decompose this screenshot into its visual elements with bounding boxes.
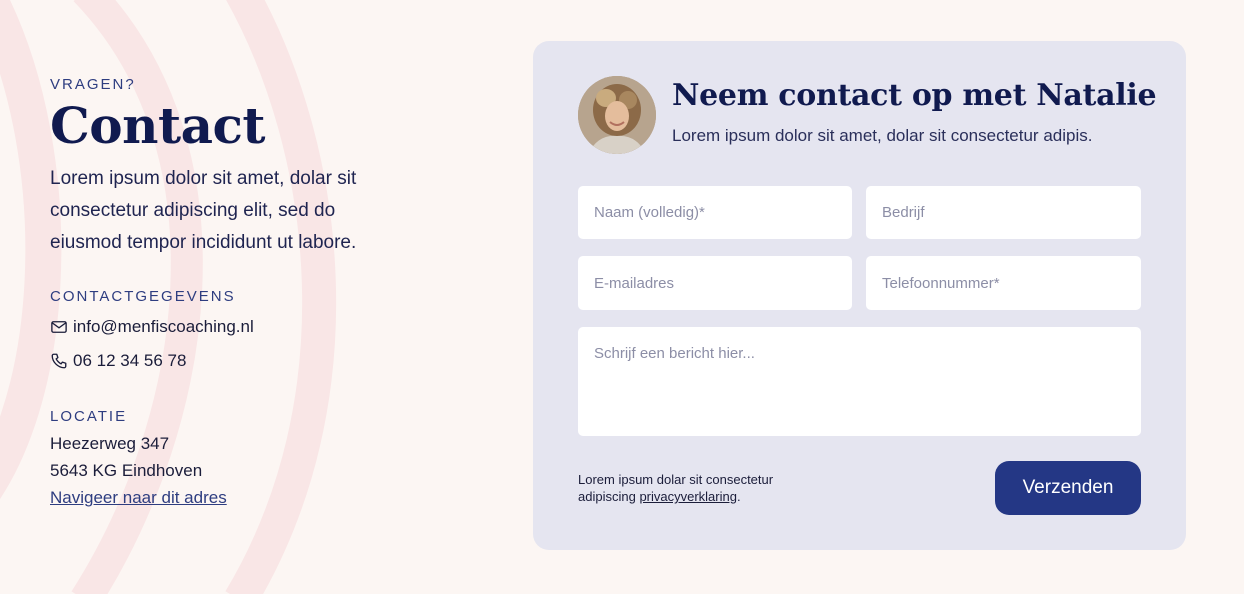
navigate-link[interactable]: Navigeer naar dit adres (50, 488, 227, 508)
name-field[interactable] (578, 186, 852, 239)
privacy-link[interactable]: privacyverklaring (639, 489, 737, 504)
email-row[interactable]: info@menfiscoaching.nl (50, 317, 254, 337)
contact-section: VRAGEN? Contact Lorem ipsum dolor sit am… (0, 0, 1244, 594)
contact-heading: CONTACTGEGEVENS (50, 288, 236, 305)
avatar-portrait (578, 76, 656, 154)
privacy-end: . (736, 489, 741, 504)
email-field[interactable] (578, 256, 852, 310)
phone-text[interactable]: 06 12 34 56 78 (73, 351, 186, 371)
intro-text: Lorem ipsum dolor sit amet, dolar sit co… (50, 168, 357, 253)
company-field[interactable] (866, 186, 1141, 239)
privacy-notice: Lorem ipsum dolar sit consectetur adipis… (578, 471, 808, 505)
address-city: 5643 KG Eindhoven (50, 461, 203, 480)
form-title: Neem contact op met Natalie (672, 78, 1157, 113)
submit-button[interactable]: Verzenden (995, 461, 1141, 515)
mail-icon (51, 321, 67, 333)
phone-field[interactable] (866, 256, 1141, 310)
email-text[interactable]: info@menfiscoaching.nl (73, 317, 254, 337)
phone-icon (51, 353, 67, 369)
location-heading: LOCATIE (50, 408, 128, 425)
form-subtitle: Lorem ipsum dolor sit amet, dolar sit co… (672, 126, 1093, 145)
contact-form-card: Neem contact op met Natalie Lorem ipsum … (533, 41, 1186, 550)
phone-row[interactable]: 06 12 34 56 78 (50, 351, 186, 371)
message-field[interactable] (578, 327, 1141, 436)
address-street: Heezerweg 347 (50, 434, 170, 453)
page-title: Contact (50, 96, 266, 155)
eyebrow-label: VRAGEN? (50, 76, 136, 93)
contact-info: VRAGEN? Contact Lorem ipsum dolor sit am… (50, 76, 410, 507)
avatar (578, 76, 656, 154)
